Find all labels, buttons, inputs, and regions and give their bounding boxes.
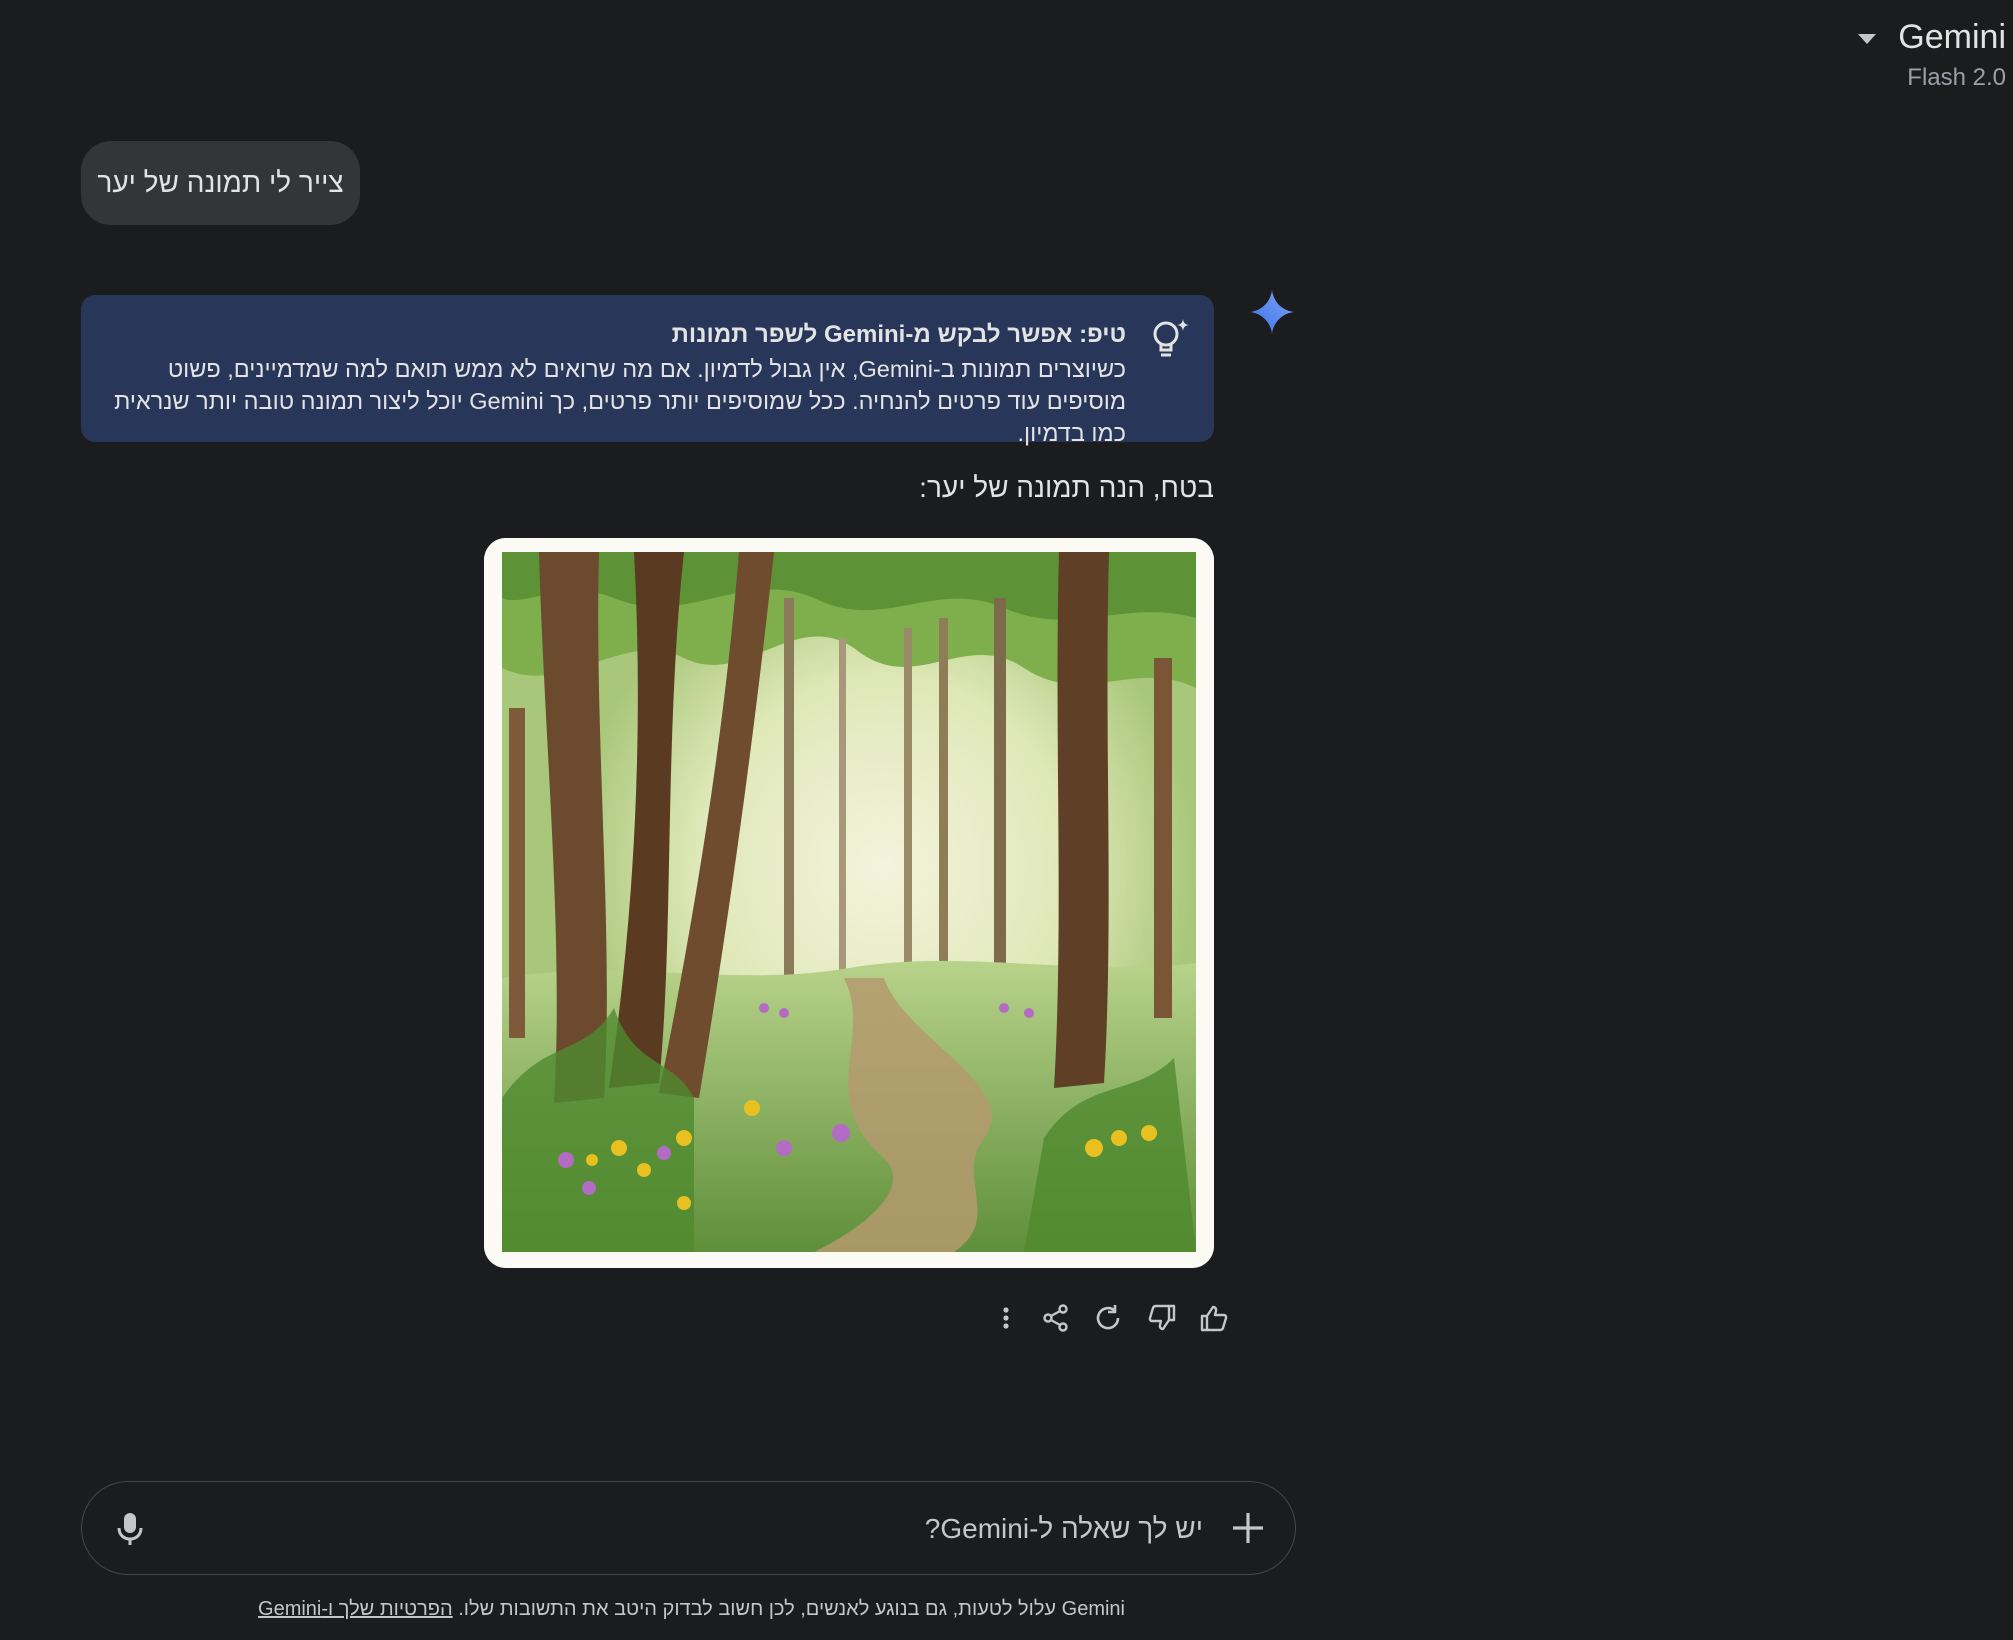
tip-card: טיפ: אפשר לבקש מ-Gemini לשפר תמונות כשיו… (81, 295, 1214, 446)
disclaimer: Gemini עלול לטעות, גם בנוגע לאנשים, לכן … (255, 1598, 1125, 1621)
gemini-spark-icon (1250, 290, 1294, 334)
lightbulb-sparkle-icon (1150, 317, 1190, 361)
plus-icon[interactable] (1227, 1507, 1269, 1549)
share-icon[interactable] (1038, 1300, 1074, 1336)
tip-body: כשיוצרים תמונות ב-Gemini, אין גבול לדמיו… (114, 356, 1126, 446)
prompt-input[interactable] (221, 1504, 1205, 1554)
chevron-down-icon[interactable] (1858, 34, 1876, 44)
privacy-link[interactable]: הפרטיות שלך ו-Gemini (258, 1598, 453, 1620)
user-message-text: צייר לי תמונה של יער (97, 167, 344, 198)
regenerate-icon[interactable] (1090, 1300, 1126, 1336)
response-text: בטח, הנה תמונה של יער: (919, 472, 1214, 503)
model-version: Flash 2.0 (1907, 64, 2006, 91)
thumbs-up-icon[interactable] (1196, 1300, 1232, 1336)
microphone-icon[interactable] (110, 1509, 150, 1549)
app-title: Gemini (1898, 18, 2006, 56)
model-switcher[interactable]: Gemini Flash 2.0 (1826, 14, 2006, 94)
tip-title: טיפ: אפשר לבקש מ-Gemini לשפר תמונות (671, 321, 1126, 348)
user-message: צייר לי תמונה של יער (81, 141, 360, 225)
thumbs-down-icon[interactable] (1144, 1300, 1180, 1336)
prompt-bar (81, 1481, 1296, 1575)
generated-image[interactable] (484, 538, 1214, 1268)
disclaimer-text: Gemini עלול לטעות, גם בנוגע לאנשים, לכן … (458, 1598, 1125, 1620)
more-options-icon[interactable] (988, 1300, 1024, 1336)
